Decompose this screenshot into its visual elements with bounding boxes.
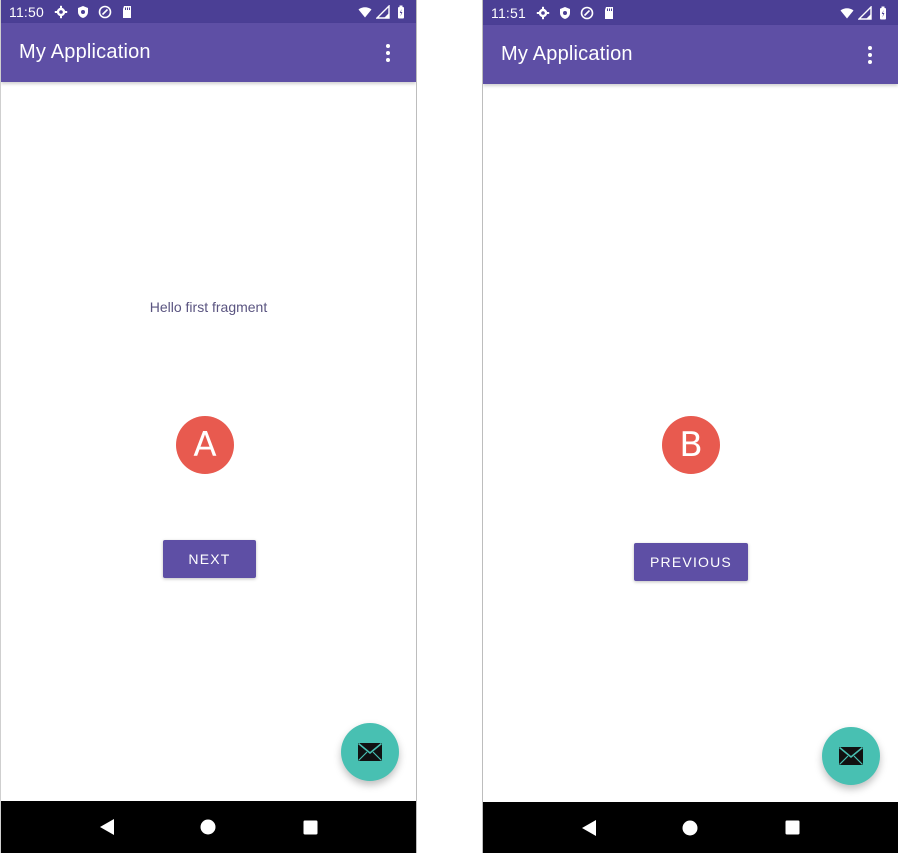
- app-title: My Application: [501, 43, 633, 65]
- sync-icon: [580, 6, 594, 20]
- battery-icon: [876, 6, 890, 20]
- system-navigation-bar: [1, 801, 416, 853]
- settings-icon: [536, 6, 550, 20]
- app-title: My Application: [19, 41, 151, 63]
- wifi-icon: [358, 5, 372, 19]
- overflow-menu-icon[interactable]: [378, 38, 398, 68]
- email-icon: [357, 742, 383, 761]
- signal-icon: [858, 5, 872, 20]
- app-bar: My Application: [483, 25, 898, 84]
- system-navigation-bar: [483, 802, 898, 853]
- email-icon: [838, 746, 864, 765]
- wifi-icon: [840, 6, 854, 20]
- status-bar: 11:50: [1, 0, 416, 23]
- app-bar: My Application: [1, 23, 416, 82]
- fragment-text: Hello first fragment: [149, 299, 268, 315]
- marker-b: B: [662, 416, 720, 474]
- status-bar: 11:51: [483, 0, 898, 25]
- next-button[interactable]: NEXT: [163, 540, 256, 578]
- signal-icon: [376, 4, 390, 19]
- phone-screen-first: 11:50 My Application Hello first fragmen…: [0, 0, 417, 853]
- recents-icon[interactable]: [780, 816, 804, 840]
- previous-button[interactable]: PREVIOUS: [634, 543, 748, 581]
- phone-screen-second: 11:51 My Application B PREVIOUS: [482, 0, 898, 853]
- email-fab-button[interactable]: [341, 723, 399, 781]
- status-time: 11:50: [9, 3, 44, 20]
- settings-icon: [54, 5, 68, 19]
- recents-icon[interactable]: [298, 815, 322, 839]
- shield-icon: [558, 6, 572, 20]
- sd-card-icon: [602, 6, 616, 20]
- battery-icon: [394, 5, 408, 19]
- home-icon[interactable]: [196, 815, 220, 839]
- status-time: 11:51: [491, 4, 526, 21]
- sync-icon: [98, 5, 112, 19]
- overflow-menu-icon[interactable]: [860, 40, 880, 70]
- marker-a: A: [176, 416, 234, 474]
- email-fab-button[interactable]: [822, 727, 880, 785]
- sd-card-icon: [120, 5, 134, 19]
- back-icon[interactable]: [95, 815, 119, 839]
- home-icon[interactable]: [678, 816, 702, 840]
- shield-icon: [76, 5, 90, 19]
- back-icon[interactable]: [577, 816, 601, 840]
